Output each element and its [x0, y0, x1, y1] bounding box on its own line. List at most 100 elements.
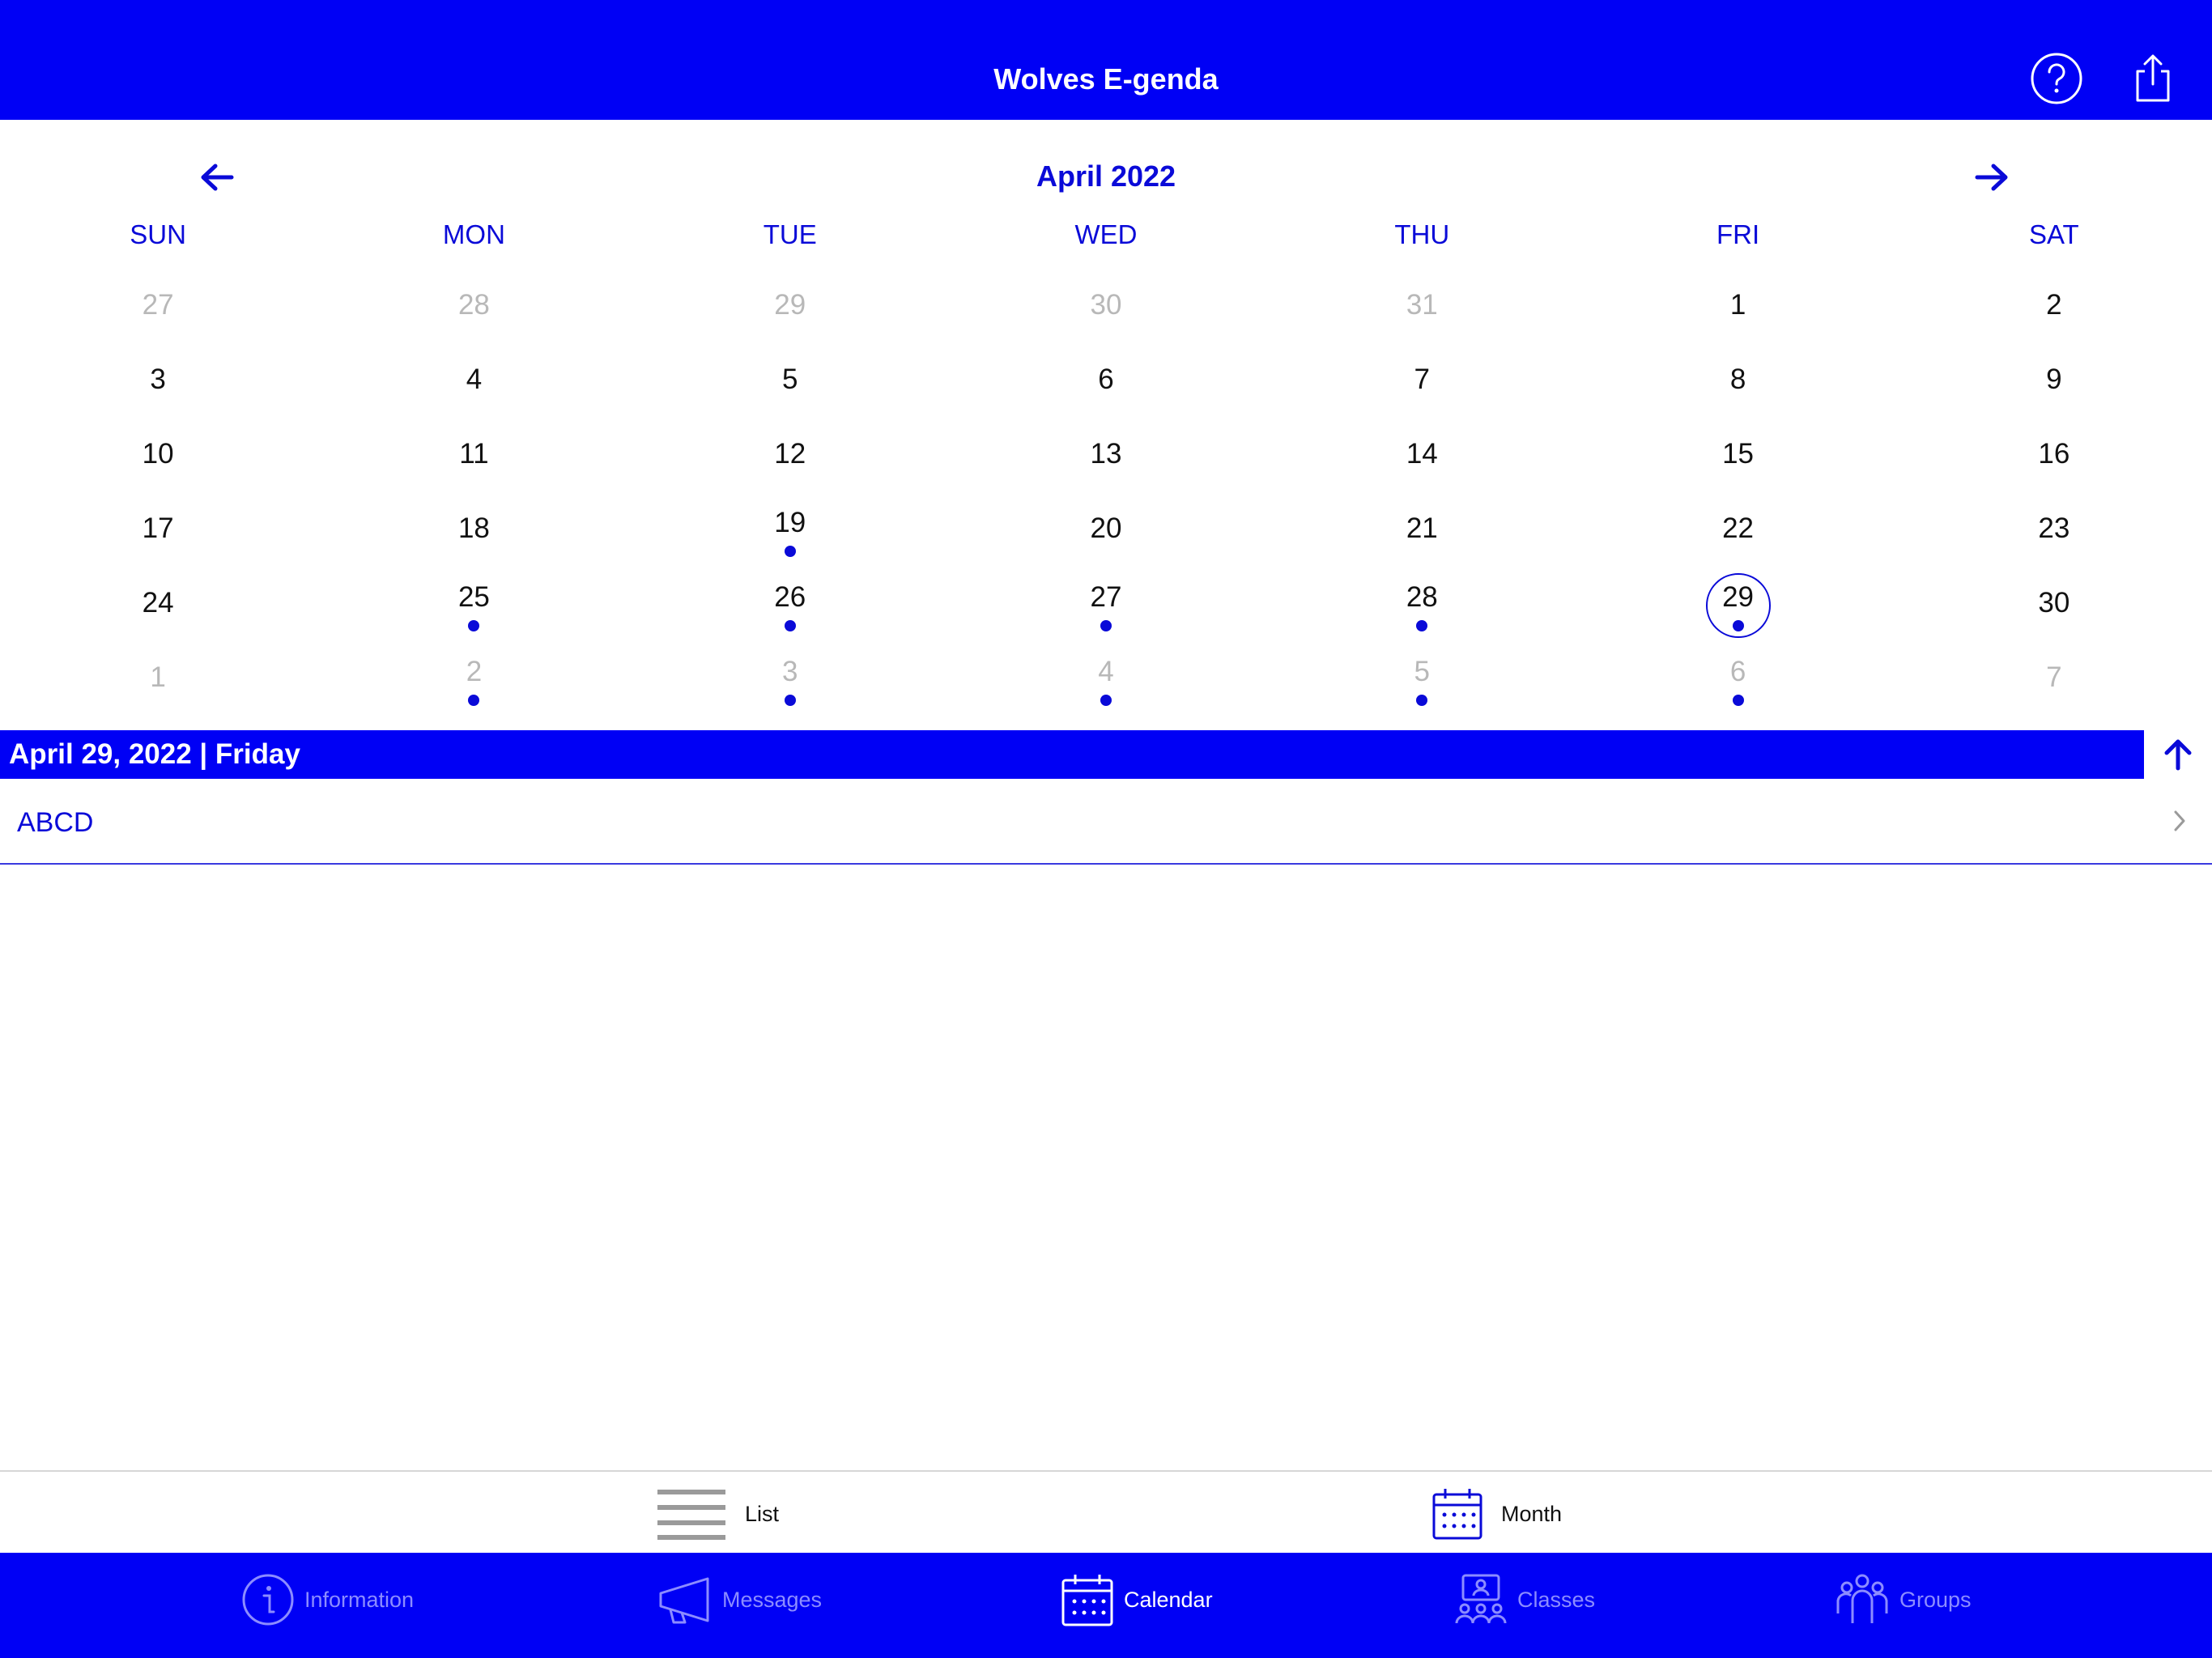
calendar-day[interactable]: 23 — [1896, 494, 2212, 568]
tab-calendar[interactable]: Calendar — [1061, 1571, 1213, 1629]
calendar-day[interactable]: 28 — [316, 270, 632, 345]
calendar-day[interactable]: 31 — [1264, 270, 1580, 345]
day-number: 27 — [142, 289, 174, 321]
day-number: 4 — [466, 363, 483, 395]
day-number: 19 — [774, 507, 806, 538]
calendar-day[interactable]: 17 — [0, 494, 316, 568]
megaphone-icon — [659, 1577, 709, 1624]
info-circle-icon — [242, 1574, 294, 1626]
day-number: 18 — [457, 512, 490, 544]
calendar-day[interactable]: 27 — [0, 270, 316, 345]
calendar-day[interactable]: 29 — [632, 270, 948, 345]
calendar-day[interactable]: 30 — [948, 270, 1264, 345]
calendar-icon — [1432, 1489, 1482, 1540]
event-row[interactable]: ABCD — [0, 779, 2212, 865]
day-number: 14 — [1406, 438, 1438, 470]
tab-label: Messages — [722, 1588, 823, 1612]
calendar-day[interactable]: 5 — [632, 345, 948, 419]
calendar-day[interactable]: 7 — [1264, 345, 1580, 419]
calendar-day[interactable]: 6 — [948, 345, 1264, 419]
tab-classes[interactable]: Classes — [1454, 1571, 1595, 1629]
selected-date-bar: April 29, 2022 | Friday — [0, 730, 2144, 779]
calendar-day[interactable]: 10 — [0, 419, 316, 494]
list-view-label: List — [745, 1502, 780, 1526]
calendar-day[interactable]: 28 — [1264, 568, 1580, 643]
weekday-label: TUE — [763, 219, 817, 249]
calendar-day[interactable]: 30 — [1896, 568, 2212, 643]
day-number: 31 — [1406, 289, 1438, 321]
share-icon — [2136, 54, 2170, 102]
view-switch-bar: List Month — [0, 1470, 2212, 1553]
calendar-day[interactable]: 1 — [1580, 270, 1895, 345]
calendar-day[interactable]: 19 — [632, 494, 948, 568]
calendar-day[interactable]: 27 — [948, 568, 1264, 643]
day-number: 4 — [1098, 656, 1114, 687]
app-header: Wolves E-genda — [0, 0, 2212, 120]
calendar-day[interactable]: 18 — [316, 494, 632, 568]
calendar-day[interactable]: 26 — [632, 568, 948, 643]
tab-groups[interactable]: Groups — [1835, 1571, 1972, 1629]
calendar-day[interactable]: 3 — [632, 643, 948, 717]
day-number: 29 — [774, 289, 806, 321]
calendar-day[interactable]: 4 — [948, 643, 1264, 717]
day-number: 9 — [2046, 363, 2062, 395]
help-button[interactable] — [2028, 50, 2085, 107]
day-number: 7 — [2046, 661, 2062, 693]
calendar-day[interactable]: 9 — [1896, 345, 2212, 419]
arrow-up-icon — [2164, 739, 2192, 771]
tab-label: Groups — [1899, 1588, 1972, 1612]
day-number: 30 — [2038, 587, 2070, 619]
day-number: 15 — [1722, 438, 1755, 470]
weekday-label: FRI — [1716, 219, 1760, 249]
event-dot — [1100, 620, 1112, 631]
calendar-day[interactable]: 3 — [0, 345, 316, 419]
weekday-label: WED — [1074, 219, 1138, 249]
day-number: 2 — [466, 656, 483, 687]
event-dot — [784, 695, 796, 706]
tab-information[interactable]: Information — [241, 1571, 414, 1629]
day-number: 11 — [459, 438, 489, 470]
day-number: 29 — [1722, 581, 1755, 613]
list-view-button[interactable]: List — [656, 1486, 779, 1541]
day-number: 13 — [1090, 438, 1122, 470]
collapse-calendar-button[interactable] — [2144, 730, 2212, 779]
day-number: 16 — [2038, 438, 2070, 470]
day-number: 6 — [1098, 363, 1114, 395]
calendar-day[interactable]: 6 — [1580, 643, 1895, 717]
calendar-day[interactable]: 14 — [1264, 419, 1580, 494]
calendar-day[interactable]: 24 — [0, 568, 316, 643]
weekday-label: MON — [442, 219, 505, 249]
day-number: 28 — [457, 289, 490, 321]
day-number: 25 — [457, 581, 490, 613]
calendar-day[interactable]: 2 — [1896, 270, 2212, 345]
share-button[interactable] — [2125, 50, 2181, 107]
tab-label: Calendar — [1124, 1588, 1213, 1612]
calendar-day-selected[interactable]: 29 — [1580, 568, 1895, 643]
day-number: 2 — [2046, 289, 2062, 321]
calendar-day[interactable]: 13 — [948, 419, 1264, 494]
arrow-right-icon — [1975, 164, 2008, 191]
calendar-day[interactable]: 4 — [316, 345, 632, 419]
event-dot — [1416, 695, 1428, 706]
calendar-day[interactable]: 22 — [1580, 494, 1895, 568]
calendar-day[interactable]: 16 — [1896, 419, 2212, 494]
next-month-button[interactable] — [1967, 157, 2016, 198]
calendar-day[interactable]: 11 — [316, 419, 632, 494]
calendar-day[interactable]: 21 — [1264, 494, 1580, 568]
calendar-day[interactable]: 5 — [1264, 643, 1580, 717]
calendar-day[interactable]: 12 — [632, 419, 948, 494]
calendar-day[interactable]: 2 — [316, 643, 632, 717]
day-number: 28 — [1406, 581, 1438, 613]
calendar-day[interactable]: 8 — [1580, 345, 1895, 419]
calendar-day[interactable]: 15 — [1580, 419, 1895, 494]
month-view-button[interactable]: Month — [1431, 1486, 1562, 1541]
event-dot — [1732, 695, 1744, 706]
chevron-right-icon — [2170, 805, 2189, 837]
calendar-day[interactable]: 1 — [0, 643, 316, 717]
tab-messages[interactable]: Messages — [657, 1571, 822, 1629]
event-dot — [1100, 695, 1112, 706]
calendar-day[interactable]: 7 — [1896, 643, 2212, 717]
calendar-day[interactable]: 25 — [316, 568, 632, 643]
calendar-day[interactable]: 20 — [948, 494, 1264, 568]
day-number: 7 — [1414, 363, 1431, 395]
